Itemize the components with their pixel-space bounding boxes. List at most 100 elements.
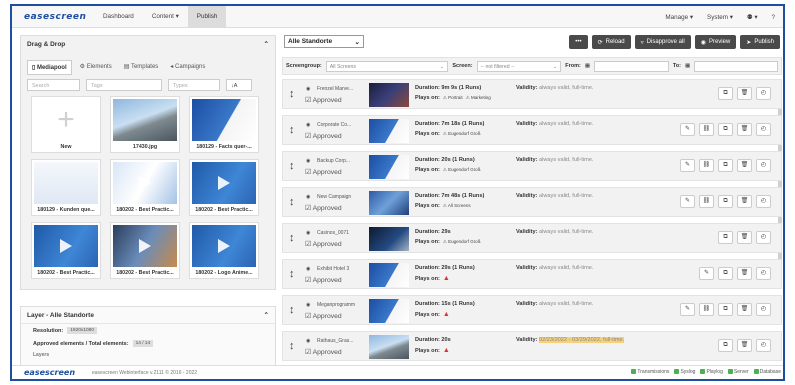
help-icon[interactable]: ? (771, 14, 775, 21)
copy-icon[interactable]: ⧉ (718, 303, 733, 316)
calendar-icon[interactable]: ▦ (585, 63, 590, 69)
trash-icon[interactable]: 🗑 (737, 123, 752, 136)
screengroup-select[interactable]: All Screens ⌄ (325, 60, 449, 72)
reload-button[interactable]: ⟳ Reload (591, 35, 631, 49)
disapprove-all-button[interactable]: ▿ Disapprove all (634, 35, 691, 49)
brand-logo[interactable]: easescreen (12, 12, 94, 22)
preview-button[interactable]: ◉ Preview (694, 35, 737, 49)
status-playlog[interactable]: Playlog (700, 369, 723, 375)
approved-checkbox[interactable]: ☑ Approved (305, 240, 342, 248)
drag-handle-icon[interactable]: ↕ (289, 196, 295, 208)
schedule-row[interactable]: ↕ ◉ New Campaign ☑ Approved Duration: 7m 48s… (282, 187, 782, 217)
visibility-icon[interactable]: ◉ (306, 338, 310, 344)
timer-icon[interactable]: ◴ (756, 339, 771, 352)
media-tile[interactable]: 180202 - Best Practic... (31, 222, 101, 279)
media-tile[interactable]: 180129 - Facts quer-... (189, 96, 259, 153)
media-tile[interactable]: 180202 - Best Practic... (189, 159, 259, 216)
schedule-row[interactable]: ↕ ◉ Corporate Co... ☑ Approved Duration: 7m … (282, 115, 782, 145)
trash-icon[interactable]: 🗑 (737, 231, 752, 244)
trash-icon[interactable]: 🗑 (737, 267, 752, 280)
visibility-icon[interactable]: ◉ (306, 122, 310, 128)
drag-handle-icon[interactable]: ↕ (289, 340, 295, 352)
edit-icon[interactable]: ✎ (680, 123, 695, 136)
drag-handle-icon[interactable]: ↕ (289, 160, 295, 172)
edit-icon[interactable]: ✎ (680, 303, 695, 316)
nav-dashboard[interactable]: Dashboard (94, 6, 143, 28)
approved-checkbox[interactable]: ☑ Approved (305, 348, 342, 356)
schedule-row[interactable]: ↕ ◉ Rathaus_Gras... ☑ Approved Duration: 20s… (282, 331, 782, 361)
approved-checkbox[interactable]: ☑ Approved (305, 204, 342, 212)
approved-checkbox[interactable]: ☑ Approved (305, 96, 342, 104)
copy-icon[interactable]: ⧉ (718, 231, 733, 244)
nav-system[interactable]: System ▾ (707, 14, 733, 21)
tags-input[interactable]: Tags (86, 79, 162, 91)
user-menu[interactable]: ⚉ ▾ (747, 14, 758, 21)
sort-select[interactable]: ↓A (226, 79, 252, 91)
media-tile[interactable]: 180202 - Best Practic... (110, 159, 180, 216)
tab-elements[interactable]: ⚙ Elements (76, 60, 116, 75)
status-syslog[interactable]: Syslog (674, 369, 695, 375)
nav-manage[interactable]: Manage ▾ (665, 14, 693, 21)
to-date-input[interactable] (694, 60, 778, 72)
unlink-icon[interactable]: ⛓ (699, 159, 714, 172)
copy-icon[interactable]: ⧉ (718, 267, 733, 280)
timer-icon[interactable]: ◴ (756, 231, 771, 244)
schedule-row[interactable]: ↕ ◉ Meganprogramm ☑ Approved Duration: 15s (… (282, 295, 782, 325)
timer-icon[interactable]: ◴ (756, 195, 771, 208)
unlink-icon[interactable]: ⛓ (699, 123, 714, 136)
tab-campaigns[interactable]: ◂ Campaigns (166, 60, 209, 75)
timer-icon[interactable]: ◴ (756, 123, 771, 136)
trash-icon[interactable]: 🗑 (737, 303, 752, 316)
nav-content[interactable]: Content ▾ (143, 6, 188, 28)
copy-icon[interactable]: ⧉ (718, 195, 733, 208)
copy-icon[interactable]: ⧉ (718, 339, 733, 352)
timer-icon[interactable]: ◴ (756, 87, 771, 100)
edit-icon[interactable]: ✎ (680, 195, 695, 208)
drag-handle-icon[interactable]: ↕ (289, 124, 295, 136)
visibility-icon[interactable]: ◉ (306, 86, 310, 92)
visibility-icon[interactable]: ◉ (306, 266, 310, 272)
media-tile[interactable]: 17430.jpg (110, 96, 180, 153)
copy-icon[interactable]: ⧉ (718, 123, 733, 136)
nav-publish[interactable]: Publish (187, 6, 227, 28)
status-server[interactable]: Server (727, 369, 749, 375)
location-select[interactable]: Alle Standorte ⌄ (284, 35, 364, 48)
media-tile[interactable]: 180129 - Kunden que... (31, 159, 101, 216)
timer-icon[interactable]: ◴ (756, 303, 771, 316)
publish-button[interactable]: ➤ Publish (740, 35, 780, 49)
copy-icon[interactable]: ⧉ (718, 159, 733, 172)
media-tile[interactable]: 180202 - Best Practic... (110, 222, 180, 279)
copy-icon[interactable]: ⧉ (718, 87, 733, 100)
status-transmissions[interactable]: Transmissions (631, 369, 669, 375)
unlink-icon[interactable]: ⛓ (699, 195, 714, 208)
screen-select[interactable]: -- not filtered -- ⌄ (476, 60, 562, 72)
visibility-icon[interactable]: ◉ (306, 194, 310, 200)
trash-icon[interactable]: 🗑 (737, 159, 752, 172)
types-select[interactable]: Types (168, 79, 220, 91)
timer-icon[interactable]: ◴ (756, 159, 771, 172)
visibility-icon[interactable]: ◉ (306, 302, 310, 308)
schedule-row[interactable]: ↕ ◉ Backup Corp... ☑ Approved Duration: 20s … (282, 151, 782, 181)
trash-icon[interactable]: 🗑 (737, 87, 752, 100)
schedule-row[interactable]: ↕ ◉ Exhibit Hotel 3 ☑ Approved Duration: 29s… (282, 259, 782, 289)
more-button[interactable]: ••• (569, 35, 588, 49)
trash-icon[interactable]: 🗑 (737, 339, 752, 352)
status-database[interactable]: Database (753, 369, 781, 375)
schedule-row[interactable]: ↕ ◉ Frenzel Marve... ☑ Approved Duration: 9m… (282, 79, 782, 109)
approved-checkbox[interactable]: ☑ Approved (305, 312, 342, 320)
collapse-icon[interactable]: ⌃ (264, 311, 269, 319)
drag-handle-icon[interactable]: ↕ (289, 88, 295, 100)
schedule-row[interactable]: ↕ ◉ Casinos_0071 ☑ Approved Duration: 29s Pla… (282, 223, 782, 253)
edit-icon[interactable]: ✎ (699, 267, 714, 280)
search-input[interactable]: Search (27, 79, 80, 91)
trash-icon[interactable]: 🗑 (737, 195, 752, 208)
tab-templates[interactable]: ▤ Templates (120, 60, 163, 75)
approved-checkbox[interactable]: ☑ Approved (305, 168, 342, 176)
media-tile[interactable]: 180202 - Logo Anime... (189, 222, 259, 279)
calendar-icon[interactable]: ▦ (685, 63, 690, 69)
drag-handle-icon[interactable]: ↕ (289, 304, 295, 316)
visibility-icon[interactable]: ◉ (306, 230, 310, 236)
visibility-icon[interactable]: ◉ (306, 158, 310, 164)
from-date-input[interactable] (594, 60, 669, 72)
drag-handle-icon[interactable]: ↕ (289, 268, 295, 280)
